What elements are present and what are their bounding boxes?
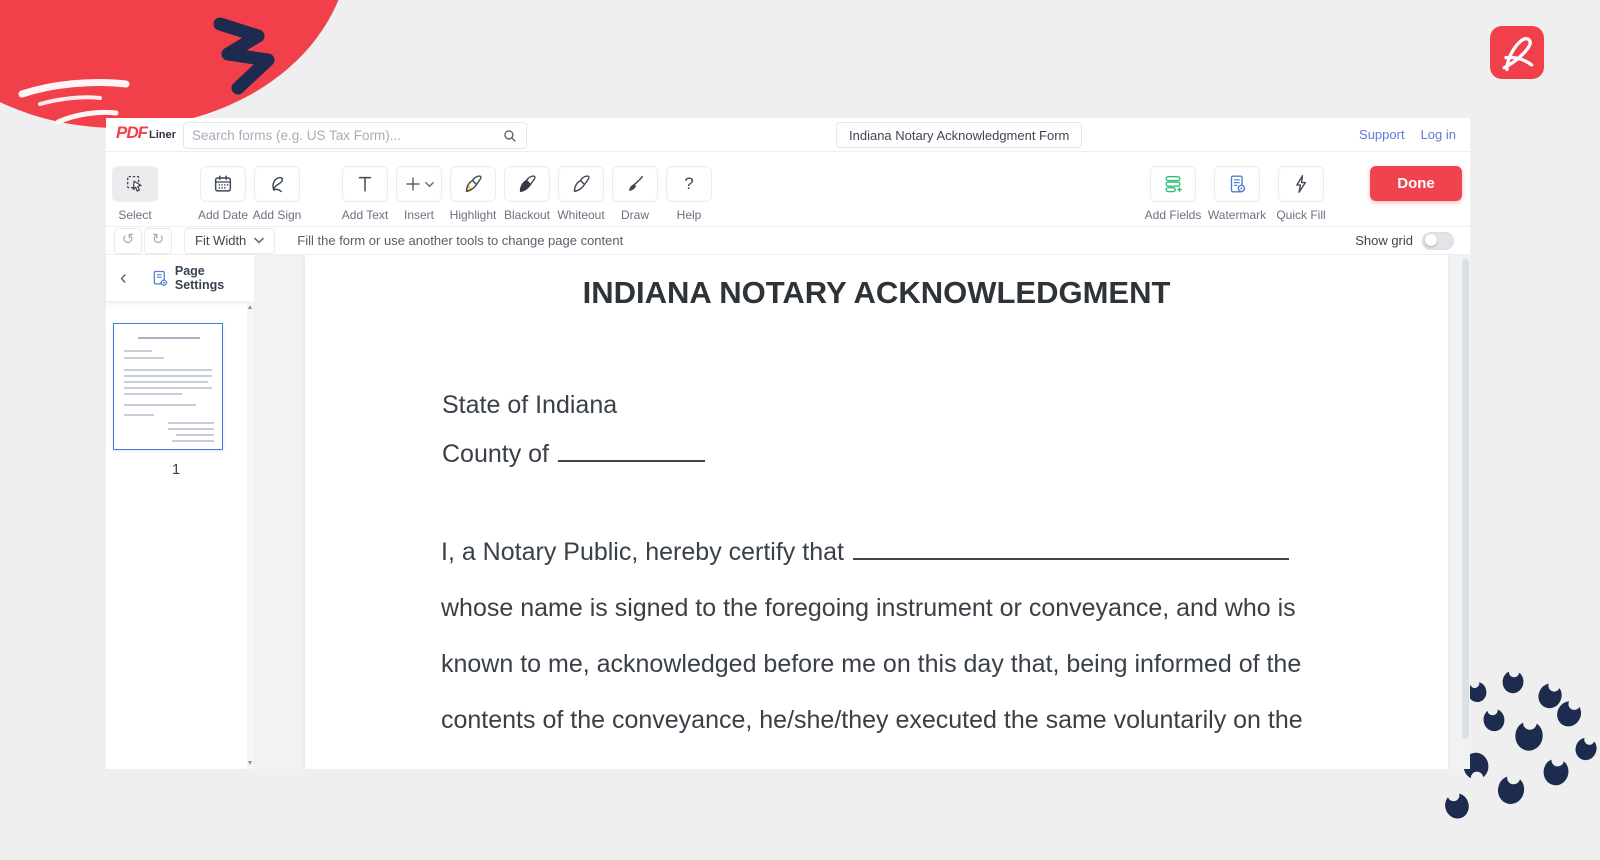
pages-sidebar: ‹ Page Settings 1 <box>106 255 254 769</box>
acrobat-glyph-icon <box>1502 36 1534 71</box>
state-line: State of Indiana <box>442 391 618 419</box>
highlight-tool-button[interactable]: Highlight <box>450 166 496 222</box>
redo-button[interactable]: ↻ <box>144 227 172 254</box>
navy-squiggle-decoration <box>213 17 275 95</box>
toolbar-left-group: Select Add Date Add Sign Add Text Insert… <box>112 166 712 222</box>
watermark-document-icon <box>1214 166 1260 202</box>
viewer-scrollbar-thumb[interactable] <box>1462 259 1469 739</box>
search-forms-box <box>183 122 527 149</box>
text-icon <box>342 166 388 202</box>
calendar-icon <box>200 166 246 202</box>
pdf-app-icon <box>1490 26 1544 79</box>
show-grid-label: Show grid <box>1355 233 1413 248</box>
pdfliner-logo[interactable]: PDF Liner <box>116 123 176 143</box>
page-number-label: 1 <box>171 461 181 478</box>
main-toolbar: Select Add Date Add Sign Add Text Insert… <box>106 152 1470 227</box>
show-grid-toggle[interactable] <box>1422 231 1454 250</box>
body-line-1: whose name is signed to the foregoing in… <box>441 594 1296 622</box>
undo-button[interactable]: ↺ <box>114 227 142 254</box>
body-line-3: contents of the conveyance, he/she/they … <box>441 706 1303 734</box>
quick-fill-tool-button[interactable]: Quick Fill <box>1276 166 1326 222</box>
pdfliner-app-window: PDF Liner Indiana Notary Acknowledgment … <box>106 118 1470 769</box>
fields-icon <box>1150 166 1196 202</box>
search-icon[interactable] <box>502 128 518 144</box>
name-blank-field[interactable] <box>852 538 1289 560</box>
login-link[interactable]: Log in <box>1421 127 1456 142</box>
document-page[interactable]: INDIANA NOTARY ACKNOWLEDGMENT State of I… <box>305 255 1448 769</box>
collapse-sidebar-icon[interactable]: ‹ <box>116 268 131 288</box>
screenshot-canvas: PDF Liner Indiana Notary Acknowledgment … <box>0 0 1600 860</box>
scroll-down-arrow-icon[interactable] <box>248 761 252 765</box>
support-link[interactable]: Support <box>1359 127 1405 142</box>
chevron-down-icon <box>254 237 265 244</box>
header-links: Support Log in <box>1359 118 1456 151</box>
insert-tool-button[interactable]: Insert <box>396 166 442 222</box>
page-settings-button[interactable]: Page Settings <box>151 264 254 292</box>
whiteout-brush-icon <box>558 166 604 202</box>
logo-pdf-text: PDF <box>116 123 148 142</box>
page-thumbnail-1[interactable] <box>113 323 223 450</box>
select-cursor-icon <box>112 166 158 202</box>
page-settings-icon <box>153 270 167 286</box>
document-title-text: Indiana Notary Acknowledgment Form <box>849 127 1070 143</box>
logo-liner-text: Liner <box>149 129 176 141</box>
watermark-tool-button[interactable]: Watermark <box>1208 166 1266 222</box>
draw-tool-button[interactable]: Draw <box>612 166 658 222</box>
add-fields-tool-button[interactable]: Add Fields <box>1145 166 1201 222</box>
document-viewer: INDIANA NOTARY ACKNOWLEDGMENT State of I… <box>254 255 1470 769</box>
add-sign-tool-button[interactable]: Add Sign <box>253 166 301 222</box>
search-input[interactable] <box>184 128 502 143</box>
county-line: County of <box>442 440 706 469</box>
viewer-scrollbar[interactable] <box>1462 257 1469 762</box>
paintbrush-icon <box>612 166 658 202</box>
toggle-knob <box>1425 234 1437 246</box>
page-settings-label: Page Settings <box>174 264 225 292</box>
add-date-tool-button[interactable]: Add Date <box>198 166 248 222</box>
document-heading: INDIANA NOTARY ACKNOWLEDGMENT <box>582 275 1171 310</box>
app-header: PDF Liner Indiana Notary Acknowledgment … <box>106 118 1470 152</box>
chevron-down-icon <box>425 181 434 187</box>
editor-hint-text: Fill the form or use another tools to ch… <box>297 233 624 248</box>
lightning-icon <box>1278 166 1324 202</box>
select-tool-button[interactable]: Select <box>112 166 158 222</box>
done-button[interactable]: Done <box>1370 166 1462 201</box>
signature-pen-icon <box>254 166 300 202</box>
county-blank-field[interactable] <box>558 440 706 462</box>
scroll-up-arrow-icon[interactable] <box>248 305 252 309</box>
body-line-2: known to me, acknowledged before me on t… <box>441 650 1302 678</box>
blackout-tool-button[interactable]: Blackout <box>504 166 550 222</box>
highlighter-icon <box>450 166 496 202</box>
zoom-mode-dropdown[interactable]: Fit Width <box>184 227 276 254</box>
blackout-brush-icon <box>504 166 550 202</box>
certify-line: I, a Notary Public, hereby certify that <box>441 538 1289 567</box>
help-tool-button[interactable]: ? Help <box>666 166 712 222</box>
zoom-mode-value: Fit Width <box>195 233 247 248</box>
toolbar-right-group: Add Fields Watermark Quick Fill Done <box>1132 166 1462 222</box>
document-title-input[interactable]: Indiana Notary Acknowledgment Form <box>836 122 1083 148</box>
whiteout-tool-button[interactable]: Whiteout <box>557 166 605 222</box>
question-mark-icon: ? <box>666 166 712 202</box>
sub-toolbar: ↺ ↻ Fit Width Fill the form or use anoth… <box>106 227 1470 255</box>
sidebar-scrollbar[interactable] <box>247 301 254 769</box>
editor-content: ‹ Page Settings 1 INDIANA NOTARY ACKNOWL… <box>106 255 1470 769</box>
add-text-tool-button[interactable]: Add Text <box>342 166 388 222</box>
plus-icon <box>396 166 442 202</box>
sidebar-header: ‹ Page Settings <box>106 255 254 302</box>
